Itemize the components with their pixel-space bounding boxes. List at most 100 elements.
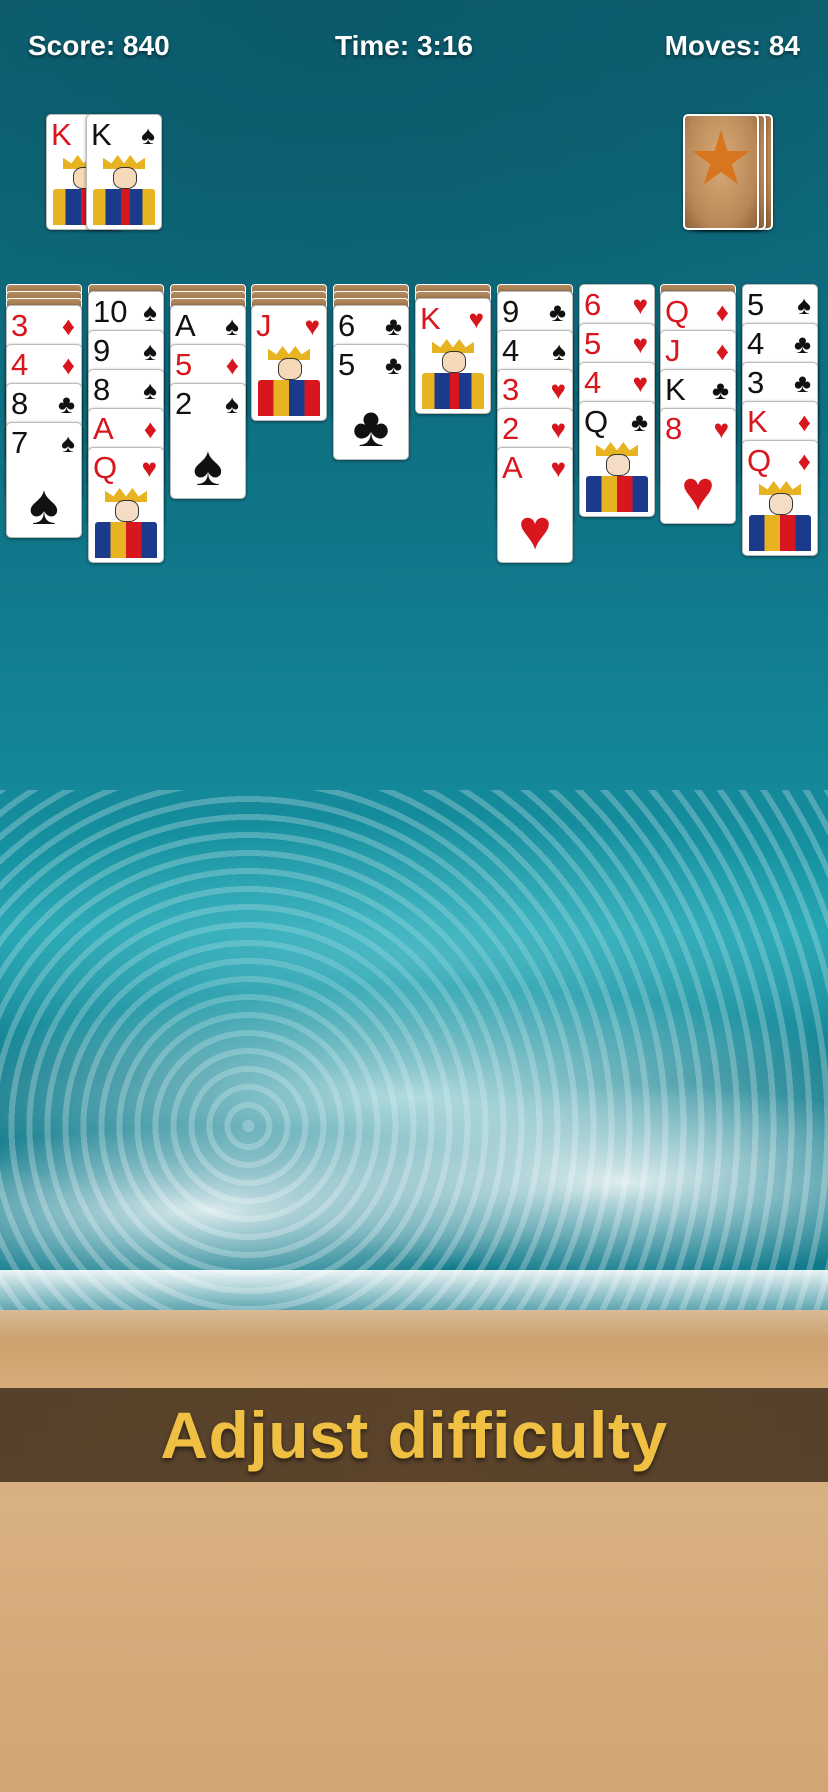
- card-suit-icon: ♣: [384, 311, 402, 341]
- playing-card[interactable]: Q ♦: [742, 440, 818, 556]
- card-suit-icon: ♣: [384, 350, 402, 380]
- card-suit-icon: ♠: [552, 336, 566, 366]
- card-rank: K: [51, 117, 72, 152]
- card-rank: 4: [747, 326, 765, 361]
- shoreline-foam: [0, 1270, 828, 1340]
- card-center-suit-icon: ♠: [193, 434, 223, 497]
- card-rank: Q: [665, 294, 690, 329]
- queen-portrait-icon: [584, 440, 650, 512]
- card-center-suit-icon: ♥: [518, 498, 552, 561]
- card-suit-icon: ♥: [713, 414, 729, 444]
- playing-card[interactable]: 2 ♠ ♠: [170, 383, 246, 499]
- face-robe: [586, 476, 648, 512]
- card-suit-icon: ♥: [632, 368, 648, 398]
- card-suit-icon: ♣: [793, 329, 811, 359]
- card-rank: 6: [584, 287, 602, 322]
- card-suit-icon: ♠: [143, 336, 157, 366]
- card-rank: A: [502, 450, 523, 485]
- face-robe: [422, 373, 484, 409]
- card-suit-icon: ♥: [550, 414, 566, 444]
- playing-card[interactable]: 5 ♣ ♣: [333, 344, 409, 460]
- face-robe: [749, 515, 811, 551]
- card-suit-icon: ♠: [141, 120, 155, 150]
- queen-portrait-icon: [747, 479, 813, 551]
- moves-label: Moves: 84: [664, 30, 800, 61]
- card-rank: K: [665, 372, 686, 407]
- card-rank: Q: [584, 404, 609, 439]
- card-rank: 7: [11, 425, 29, 460]
- card-rank: 8: [665, 411, 683, 446]
- time-label: Time: 3:16: [335, 30, 473, 61]
- card-rank: 2: [175, 386, 193, 421]
- face-robe: [95, 522, 157, 558]
- card-suit-icon: ♣: [548, 297, 566, 327]
- card-rank: 10: [93, 294, 128, 329]
- card-rank: 5: [747, 287, 765, 322]
- card-suit-icon: ♣: [57, 389, 75, 419]
- card-rank: K: [747, 404, 768, 439]
- card-suit-icon: ♠: [225, 311, 239, 341]
- playing-card[interactable]: K ♠: [86, 114, 162, 230]
- card-rank: 9: [93, 333, 111, 368]
- card-rank: J: [665, 333, 681, 368]
- card-suit-icon: ♥: [141, 453, 157, 483]
- card-suit-icon: ♠: [797, 290, 811, 320]
- card-center-suit-icon: ♣: [352, 395, 390, 458]
- card-rank: 5: [338, 347, 356, 382]
- banner-text: Adjust difficulty: [160, 1398, 668, 1472]
- card-suit-icon: ♠: [61, 428, 75, 458]
- card-suit-icon: ♦: [797, 446, 811, 476]
- king-portrait-icon: [91, 153, 157, 225]
- promo-banner: Adjust difficulty: [0, 1388, 828, 1482]
- king-portrait-icon: [420, 337, 486, 409]
- face-robe: [258, 380, 320, 416]
- card-suit-icon: ♣: [711, 375, 729, 405]
- card-rank: 5: [175, 347, 193, 382]
- wave-foam: [0, 790, 828, 1350]
- card-suit-icon: ♦: [715, 297, 729, 327]
- card-suit-icon: ♥: [632, 329, 648, 359]
- card-rank: K: [91, 117, 112, 152]
- stock-card-back[interactable]: [683, 114, 759, 230]
- card-rank: 5: [584, 326, 602, 361]
- card-suit-icon: ♠: [143, 297, 157, 327]
- card-suit-icon: ♦: [61, 350, 75, 380]
- card-suit-icon: ♦: [61, 311, 75, 341]
- card-suit-icon: ♦: [143, 414, 157, 444]
- card-rank: 4: [584, 365, 602, 400]
- face-head: [442, 351, 466, 373]
- face-robe: [93, 189, 155, 225]
- playing-card[interactable]: Q ♥: [88, 447, 164, 563]
- card-suit-icon: ♥: [304, 311, 320, 341]
- card-rank: A: [175, 308, 196, 343]
- sand-beach: [0, 1310, 828, 1792]
- face-head: [278, 358, 302, 380]
- playing-card[interactable]: Q ♣: [579, 401, 655, 517]
- card-suit-icon: ♥: [550, 453, 566, 483]
- face-head: [769, 493, 793, 515]
- card-center-suit-icon: ♥: [681, 459, 715, 522]
- playing-card[interactable]: 7 ♠ ♠: [6, 422, 82, 538]
- card-rank: 4: [502, 333, 520, 368]
- card-rank: 8: [93, 372, 111, 407]
- face-head: [606, 454, 630, 476]
- card-rank: 6: [338, 308, 356, 343]
- playing-card[interactable]: 8 ♥ ♥: [660, 408, 736, 524]
- card-center-suit-icon: ♠: [29, 473, 59, 536]
- card-rank: 3: [11, 308, 29, 343]
- playing-card[interactable]: A ♥ ♥: [497, 447, 573, 563]
- card-rank: Q: [93, 450, 118, 485]
- card-suit-icon: ♦: [225, 350, 239, 380]
- playing-card[interactable]: J ♥: [251, 305, 327, 421]
- card-rank: J: [256, 308, 272, 343]
- face-head: [115, 500, 139, 522]
- card-suit-icon: ♦: [715, 336, 729, 366]
- jack-portrait-icon: [256, 344, 322, 416]
- queen-portrait-icon: [93, 486, 159, 558]
- playing-card[interactable]: K♥: [415, 298, 491, 414]
- score-label: Score: 840: [28, 30, 170, 61]
- card-rank: 4: [11, 347, 29, 382]
- card-rank: K: [420, 301, 441, 336]
- card-rank: 2: [502, 411, 520, 446]
- card-rank: 9: [502, 294, 520, 329]
